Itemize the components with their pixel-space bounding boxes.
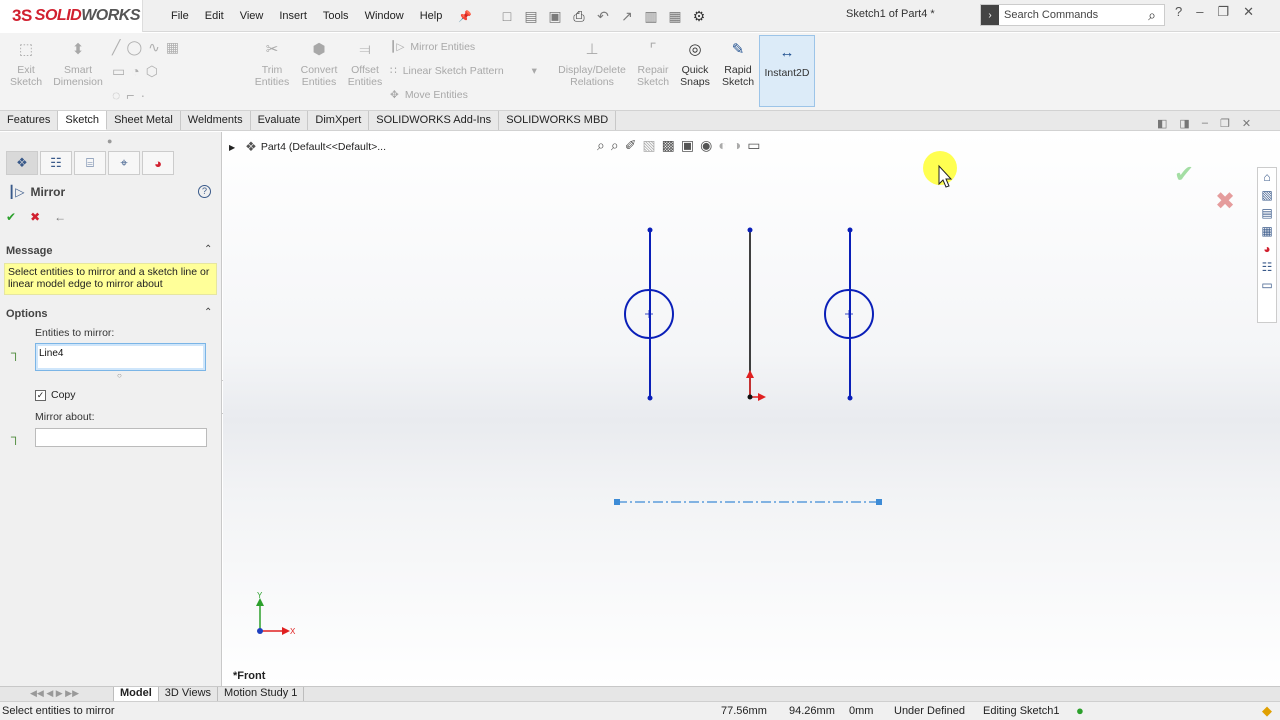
status-editing: Editing Sketch1 [983, 705, 1060, 717]
tab-scroll-arrows[interactable]: ◀◀ ◀ ▶ ▶▶ [24, 687, 114, 701]
status-message: Select entities to mirror [2, 705, 115, 717]
view-name-label: *Front [233, 670, 266, 682]
status-z-coordinate: 0mm [849, 705, 874, 717]
cursor-highlight [923, 151, 957, 188]
endpoint[interactable] [647, 227, 653, 233]
endpoint[interactable] [847, 227, 853, 233]
tab-3d-views[interactable]: 3D Views [159, 687, 219, 701]
status-y-coordinate: 94.26mm [789, 705, 835, 717]
status-bar: Select entities to mirror 77.56mm 94.26m… [0, 701, 1280, 720]
endpoint[interactable] [747, 227, 753, 233]
triad-y-label: Y [257, 591, 263, 600]
origin-icon[interactable] [746, 370, 766, 401]
triad-icon [256, 598, 290, 635]
status-definition: Under Defined [894, 705, 965, 717]
units-icon[interactable]: ◆ [1262, 703, 1272, 719]
centerline-endpoint[interactable] [614, 499, 620, 505]
triad-x-label: X [290, 627, 296, 636]
endpoint[interactable] [847, 395, 853, 401]
centerline-endpoint[interactable] [876, 499, 882, 505]
endpoint[interactable] [647, 395, 653, 401]
model-tabs: ◀◀ ◀ ▶ ▶▶ Model 3D Views Motion Study 1 [0, 686, 1280, 701]
rebuild-indicator-icon[interactable]: ● [1076, 703, 1084, 718]
status-x-coordinate: 77.56mm [721, 705, 767, 717]
tab-model[interactable]: Model [114, 687, 159, 701]
tab-motion-study-1[interactable]: Motion Study 1 [218, 687, 305, 701]
sketch-geometry [256, 151, 957, 635]
